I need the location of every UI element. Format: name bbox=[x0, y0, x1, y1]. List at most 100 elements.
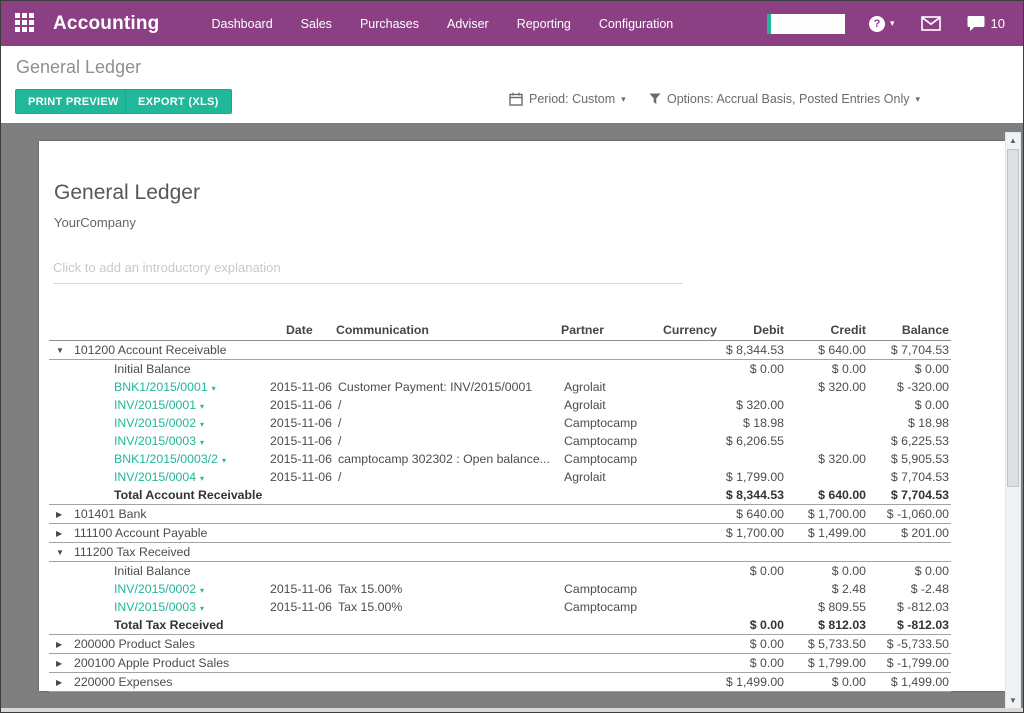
debit-cell: $ 0.00 bbox=[719, 654, 786, 673]
credit-cell: $ 0.00 bbox=[786, 360, 868, 379]
account-label[interactable]: 111100 Account Payable bbox=[74, 526, 207, 540]
balance-cell: $ 7,704.53 bbox=[868, 468, 951, 486]
debit-cell: $ 1,700.00 bbox=[719, 524, 786, 543]
chevron-down-icon: ▾ bbox=[200, 604, 204, 613]
ledger-row: Initial Balance$ 0.00$ 0.00$ 0.00 bbox=[49, 360, 951, 379]
date-cell bbox=[264, 635, 334, 654]
ledger-row: ▶220000 Expenses$ 1,499.00$ 0.00$ 1,499.… bbox=[49, 673, 951, 692]
apps-grid-icon[interactable] bbox=[15, 13, 37, 35]
journal-entry-link[interactable]: INV/2015/0003▾ bbox=[114, 434, 204, 448]
communication-cell: Customer Payment: INV/2015/0001 bbox=[334, 378, 559, 396]
journal-entry-link[interactable]: INV/2015/0003▾ bbox=[114, 600, 204, 614]
debit-cell: $ 1,799.00 bbox=[719, 468, 786, 486]
account-label[interactable]: 220000 Expenses bbox=[74, 675, 172, 689]
breadcrumb: General Ledger bbox=[1, 46, 1023, 78]
report-title: General Ledger bbox=[54, 181, 1005, 205]
journal-entry-link[interactable]: BNK1/2015/0003/2▾ bbox=[114, 452, 226, 466]
account-label[interactable]: 200100 Apple Product Sales bbox=[74, 656, 229, 670]
date-cell bbox=[264, 360, 334, 379]
currency-cell bbox=[649, 562, 719, 581]
balance-cell: $ 201.00 bbox=[868, 524, 951, 543]
options-filter-label: Options: Accrual Basis, Posted Entries O… bbox=[667, 92, 909, 106]
vertical-scrollbar[interactable]: ▲ ▼ bbox=[1005, 132, 1021, 709]
balance-cell: $ -1,060.00 bbox=[868, 505, 951, 524]
communication-cell bbox=[334, 524, 559, 543]
account-label[interactable]: 200000 Product Sales bbox=[74, 637, 195, 651]
period-filter[interactable]: Period: Custom ▾ bbox=[509, 92, 626, 106]
journal-entry-link[interactable]: INV/2015/0002▾ bbox=[114, 416, 204, 430]
user-menu[interactable] bbox=[767, 14, 845, 34]
currency-cell bbox=[649, 543, 719, 562]
ledger-row: INV/2015/0001▾2015-11-06/Agrolait$ 320.0… bbox=[49, 396, 951, 414]
general-ledger-table: Date Communication Partner Currency Debi… bbox=[49, 320, 951, 692]
partner-cell: Camptocamp bbox=[559, 432, 649, 450]
balance-cell: $ 7,704.53 bbox=[868, 486, 951, 505]
ledger-row: ▶101401 Bank$ 640.00$ 1,700.00$ -1,060.0… bbox=[49, 505, 951, 524]
journal-entry-link[interactable]: INV/2015/0002▾ bbox=[114, 582, 204, 596]
balance-cell: $ 7,704.53 bbox=[868, 341, 951, 360]
expand-arrow-icon[interactable]: ▶ bbox=[56, 529, 74, 538]
account-label[interactable]: 101200 Account Receivable bbox=[74, 343, 226, 357]
col-date: Date bbox=[264, 320, 334, 341]
expand-arrow-icon[interactable]: ▶ bbox=[56, 678, 74, 687]
chevron-down-icon: ▾ bbox=[200, 474, 204, 483]
date-cell: 2015-11-06 bbox=[264, 396, 334, 414]
filter-funnel-icon bbox=[649, 93, 661, 105]
credit-cell: $ 812.03 bbox=[786, 616, 868, 635]
account-label[interactable]: 101401 Bank bbox=[74, 507, 146, 521]
debit-cell bbox=[719, 598, 786, 616]
date-cell: 2015-11-06 bbox=[264, 378, 334, 396]
messages-icon[interactable] bbox=[921, 16, 941, 31]
topbar: Accounting Dashboard Sales Purchases Adv… bbox=[1, 1, 1023, 46]
col-communication: Communication bbox=[334, 320, 559, 341]
menu-adviser[interactable]: Adviser bbox=[433, 17, 503, 31]
journal-entry-link[interactable]: BNK1/2015/0001▾ bbox=[114, 380, 216, 394]
currency-cell bbox=[649, 341, 719, 360]
chevron-down-icon: ▾ bbox=[200, 420, 204, 429]
date-cell bbox=[264, 341, 334, 360]
expand-arrow-icon[interactable]: ▶ bbox=[56, 659, 74, 668]
date-cell bbox=[264, 543, 334, 562]
expand-arrow-icon[interactable]: ▶ bbox=[56, 510, 74, 519]
expand-arrow-icon[interactable]: ▶ bbox=[56, 640, 74, 649]
partner-cell: Agrolait bbox=[559, 468, 649, 486]
scrollbar-track[interactable] bbox=[1006, 148, 1020, 693]
help-menu[interactable]: ? ▾ bbox=[869, 16, 895, 32]
debit-cell: $ 0.00 bbox=[719, 616, 786, 635]
ledger-row: ▶200100 Apple Product Sales$ 0.00$ 1,799… bbox=[49, 654, 951, 673]
menu-dashboard[interactable]: Dashboard bbox=[198, 17, 287, 31]
chat-indicator[interactable]: 10 bbox=[967, 15, 1005, 32]
chat-count: 10 bbox=[991, 16, 1005, 31]
ledger-row: INV/2015/0002▾2015-11-06/Camptocamp$ 18.… bbox=[49, 414, 951, 432]
collapse-arrow-icon[interactable]: ▼ bbox=[56, 548, 74, 557]
debit-cell: $ 6,206.55 bbox=[719, 432, 786, 450]
topbar-right: ? ▾ 10 bbox=[767, 14, 1023, 34]
options-filter[interactable]: Options: Accrual Basis, Posted Entries O… bbox=[649, 92, 920, 106]
scrollbar-thumb[interactable] bbox=[1007, 149, 1019, 487]
menu-purchases[interactable]: Purchases bbox=[346, 17, 433, 31]
chevron-down-icon: ▾ bbox=[200, 586, 204, 595]
menu-sales[interactable]: Sales bbox=[287, 17, 346, 31]
calendar-icon bbox=[509, 92, 523, 106]
collapse-arrow-icon[interactable]: ▼ bbox=[56, 346, 74, 355]
menu-reporting[interactable]: Reporting bbox=[503, 17, 585, 31]
menu-configuration[interactable]: Configuration bbox=[585, 17, 687, 31]
ledger-row: BNK1/2015/0001▾ 2015-11-06Customer Paymen… bbox=[49, 378, 951, 396]
scroll-down-icon[interactable]: ▼ bbox=[1006, 693, 1020, 708]
partner-cell bbox=[559, 486, 649, 505]
journal-entry-link[interactable]: INV/2015/0004▾ bbox=[114, 470, 204, 484]
ledger-row: ▶111100 Account Payable$ 1,700.00$ 1,499… bbox=[49, 524, 951, 543]
ledger-row: BNK1/2015/0003/2▾2015-11-06camptocamp 30… bbox=[49, 450, 951, 468]
communication-cell bbox=[334, 562, 559, 581]
account-label[interactable]: 111200 Tax Received bbox=[74, 545, 190, 559]
print-preview-button[interactable]: PRINT PREVIEW bbox=[15, 89, 132, 114]
credit-cell: $ 2.48 bbox=[786, 580, 868, 598]
export-xls-button[interactable]: EXPORT (XLS) bbox=[125, 89, 232, 114]
scroll-up-icon[interactable]: ▲ bbox=[1006, 133, 1020, 148]
date-cell bbox=[264, 486, 334, 505]
intro-placeholder[interactable]: Click to add an introductory explanation bbox=[53, 260, 683, 284]
currency-cell bbox=[649, 432, 719, 450]
main-menu: Dashboard Sales Purchases Adviser Report… bbox=[198, 17, 688, 31]
journal-entry-link[interactable]: INV/2015/0001▾ bbox=[114, 398, 204, 412]
app-title[interactable]: Accounting bbox=[53, 13, 160, 35]
